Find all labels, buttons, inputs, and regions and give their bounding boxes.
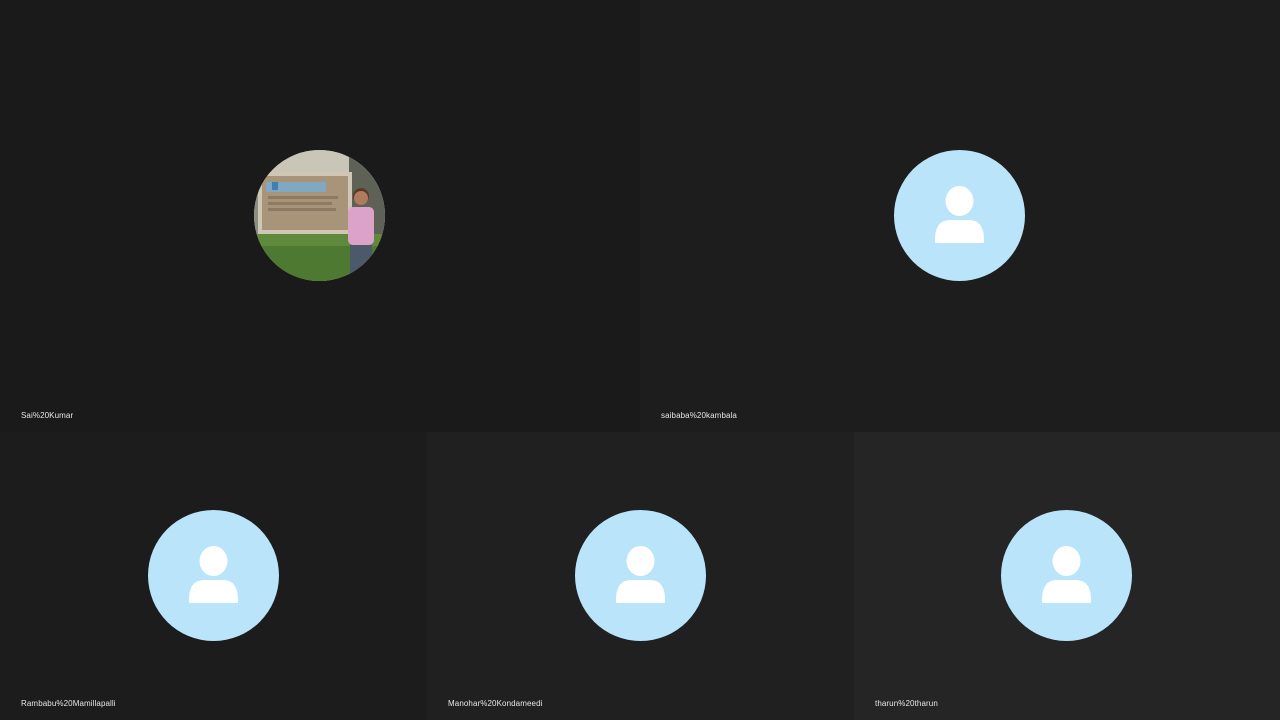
profile-photo [254,150,385,281]
default-avatar [148,510,279,641]
participant-tile-sai-kumar[interactable]: Sai%20Kumar [0,0,640,432]
default-avatar [575,510,706,641]
participant-tile-manohar-kondameedi[interactable]: Manohar%20Kondameedi [427,432,854,720]
participant-tile-tharun-tharun[interactable]: tharun%20tharun [854,432,1280,720]
person-icon [189,546,238,603]
default-avatar [1001,510,1132,641]
person-icon [1042,546,1091,603]
video-call-grid: Sai%20Kumar saibaba%20kambala Rambabu%20… [0,0,1280,720]
participant-photo-avatar [254,150,385,281]
participant-name: tharun%20tharun [875,699,938,708]
participant-tile-rambabu-mamillapalli[interactable]: Rambabu%20Mamillapalli [0,432,427,720]
participant-name: Manohar%20Kondameedi [448,699,543,708]
participant-name: Rambabu%20Mamillapalli [21,699,116,708]
participant-name: Sai%20Kumar [21,411,74,420]
participant-name: saibaba%20kambala [661,411,737,420]
person-icon [935,186,984,243]
default-avatar [894,150,1025,281]
person-icon [616,546,665,603]
participant-tile-saibaba-kambala[interactable]: saibaba%20kambala [640,0,1280,432]
